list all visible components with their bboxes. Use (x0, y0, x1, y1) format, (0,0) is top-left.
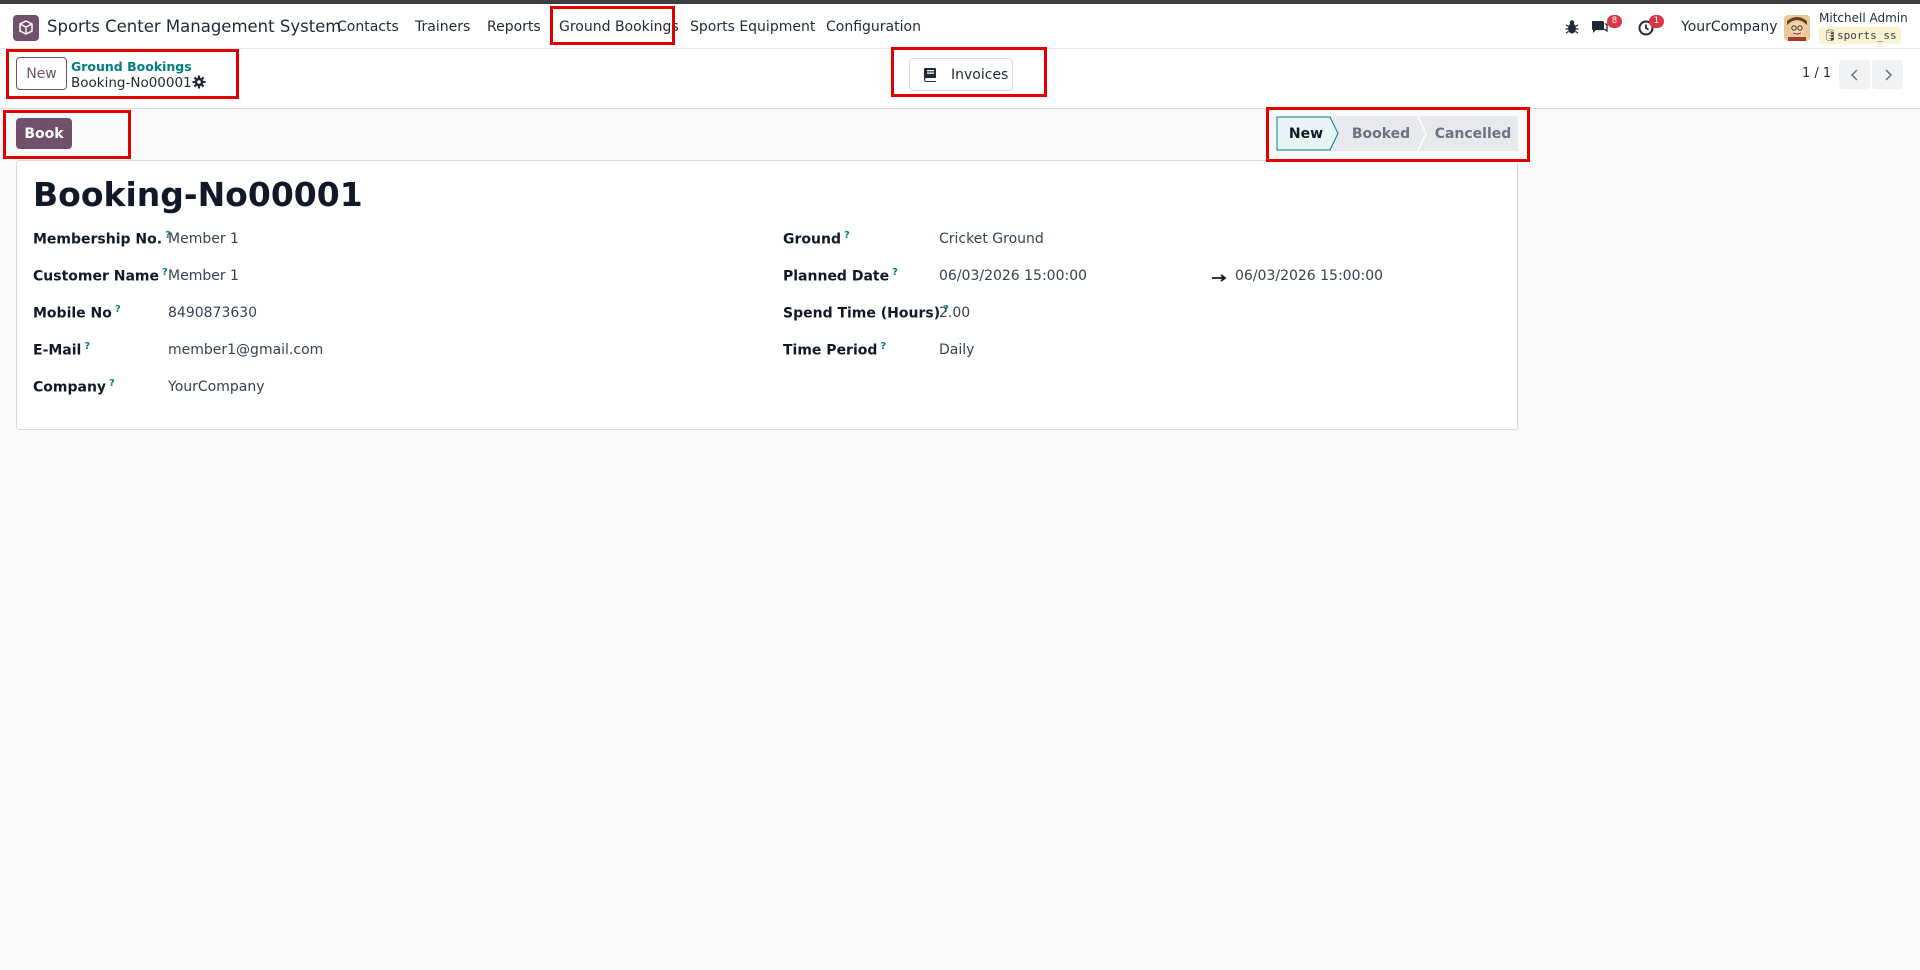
menu-trainers[interactable]: Trainers (415, 19, 470, 35)
database-icon: 🛢 (1823, 29, 1837, 42)
field-mobile-no[interactable]: 8490873630 (168, 305, 257, 321)
arrow-right-icon (1212, 274, 1227, 282)
field-planned-date-end[interactable]: 06/03/2026 15:00:00 (1235, 268, 1383, 284)
record-title[interactable]: Booking-No00001 (33, 175, 363, 214)
menu-configuration[interactable]: Configuration (826, 19, 921, 35)
field-planned-date-start[interactable]: 06/03/2026 15:00:00 (939, 268, 1087, 284)
help-icon[interactable]: ? (844, 230, 850, 241)
messages-badge: 8 (1607, 15, 1622, 28)
breadcrumb-current: Booking-No00001 (71, 75, 192, 91)
help-icon[interactable]: ? (880, 341, 886, 352)
help-icon[interactable]: ? (892, 267, 898, 278)
book-icon (924, 68, 936, 82)
label-email: E-Mail? (33, 341, 91, 359)
user-avatar[interactable] (1784, 15, 1810, 41)
user-name[interactable]: Mitchell Admin (1819, 11, 1908, 25)
database-name: sports_ss (1836, 29, 1897, 42)
avatar-image-icon (1784, 15, 1810, 41)
label-spend-time: Spend Time (Hours)? (783, 304, 949, 322)
invoices-label: Invoices (951, 66, 1009, 83)
help-icon[interactable]: ? (162, 267, 168, 278)
chat-icon[interactable] (1589, 17, 1609, 37)
new-button[interactable]: New (16, 57, 67, 90)
help-icon[interactable]: ? (115, 304, 121, 315)
field-company[interactable]: YourCompany (168, 379, 265, 395)
label-mobile-no: Mobile No? (33, 304, 121, 322)
field-time-period[interactable]: Daily (939, 342, 974, 358)
field-ground[interactable]: Cricket Ground (939, 231, 1044, 247)
status-step-new[interactable]: New (1276, 116, 1336, 151)
company-switcher[interactable]: YourCompany (1681, 19, 1778, 35)
chevron-right-icon (1884, 68, 1892, 81)
menu-ground-bookings[interactable]: Ground Bookings (559, 19, 679, 35)
database-chip: 🛢sports_ss (1819, 27, 1901, 44)
pager-next-button[interactable] (1872, 60, 1903, 89)
status-bar: New Booked Cancelled (1276, 116, 1518, 151)
menu-contacts[interactable]: Contacts (337, 19, 399, 35)
help-icon[interactable]: ? (109, 378, 115, 389)
app-menu-icon[interactable] (13, 15, 39, 41)
status-step-booked[interactable]: Booked (1342, 116, 1420, 151)
gear-icon[interactable] (192, 75, 206, 89)
breadcrumb-parent[interactable]: Ground Bookings (71, 59, 192, 74)
book-button[interactable]: Book (16, 118, 72, 149)
label-company: Company? (33, 378, 115, 396)
invoices-smart-button[interactable]: Invoices (909, 58, 1013, 91)
chevron-left-icon (1850, 68, 1858, 81)
label-customer-name: Customer Name? (33, 267, 168, 285)
pager-previous-button[interactable] (1839, 60, 1870, 89)
field-email[interactable]: member1@gmail.com (168, 342, 323, 358)
label-membership-no: Membership No.? (33, 230, 171, 248)
menu-reports[interactable]: Reports (487, 19, 541, 35)
top-navbar: Sports Center Management System Contacts… (0, 4, 1920, 49)
bug-icon[interactable] (1562, 17, 1582, 37)
label-ground: Ground? (783, 230, 850, 248)
status-step-cancelled[interactable]: Cancelled (1428, 116, 1518, 151)
pager-value[interactable]: 1 / 1 (1802, 66, 1831, 81)
activities-badge: 1 (1649, 15, 1664, 28)
field-membership-no[interactable]: Member 1 (168, 231, 239, 247)
label-planned-date: Planned Date? (783, 267, 898, 285)
cube-icon (19, 20, 33, 35)
field-spend-time[interactable]: 2.00 (939, 305, 970, 321)
field-customer-name[interactable]: Member 1 (168, 268, 239, 284)
menu-sports-equipment[interactable]: Sports Equipment (690, 19, 815, 35)
label-time-period: Time Period? (783, 341, 887, 359)
app-name[interactable]: Sports Center Management System (47, 17, 341, 36)
help-icon[interactable]: ? (84, 341, 90, 352)
